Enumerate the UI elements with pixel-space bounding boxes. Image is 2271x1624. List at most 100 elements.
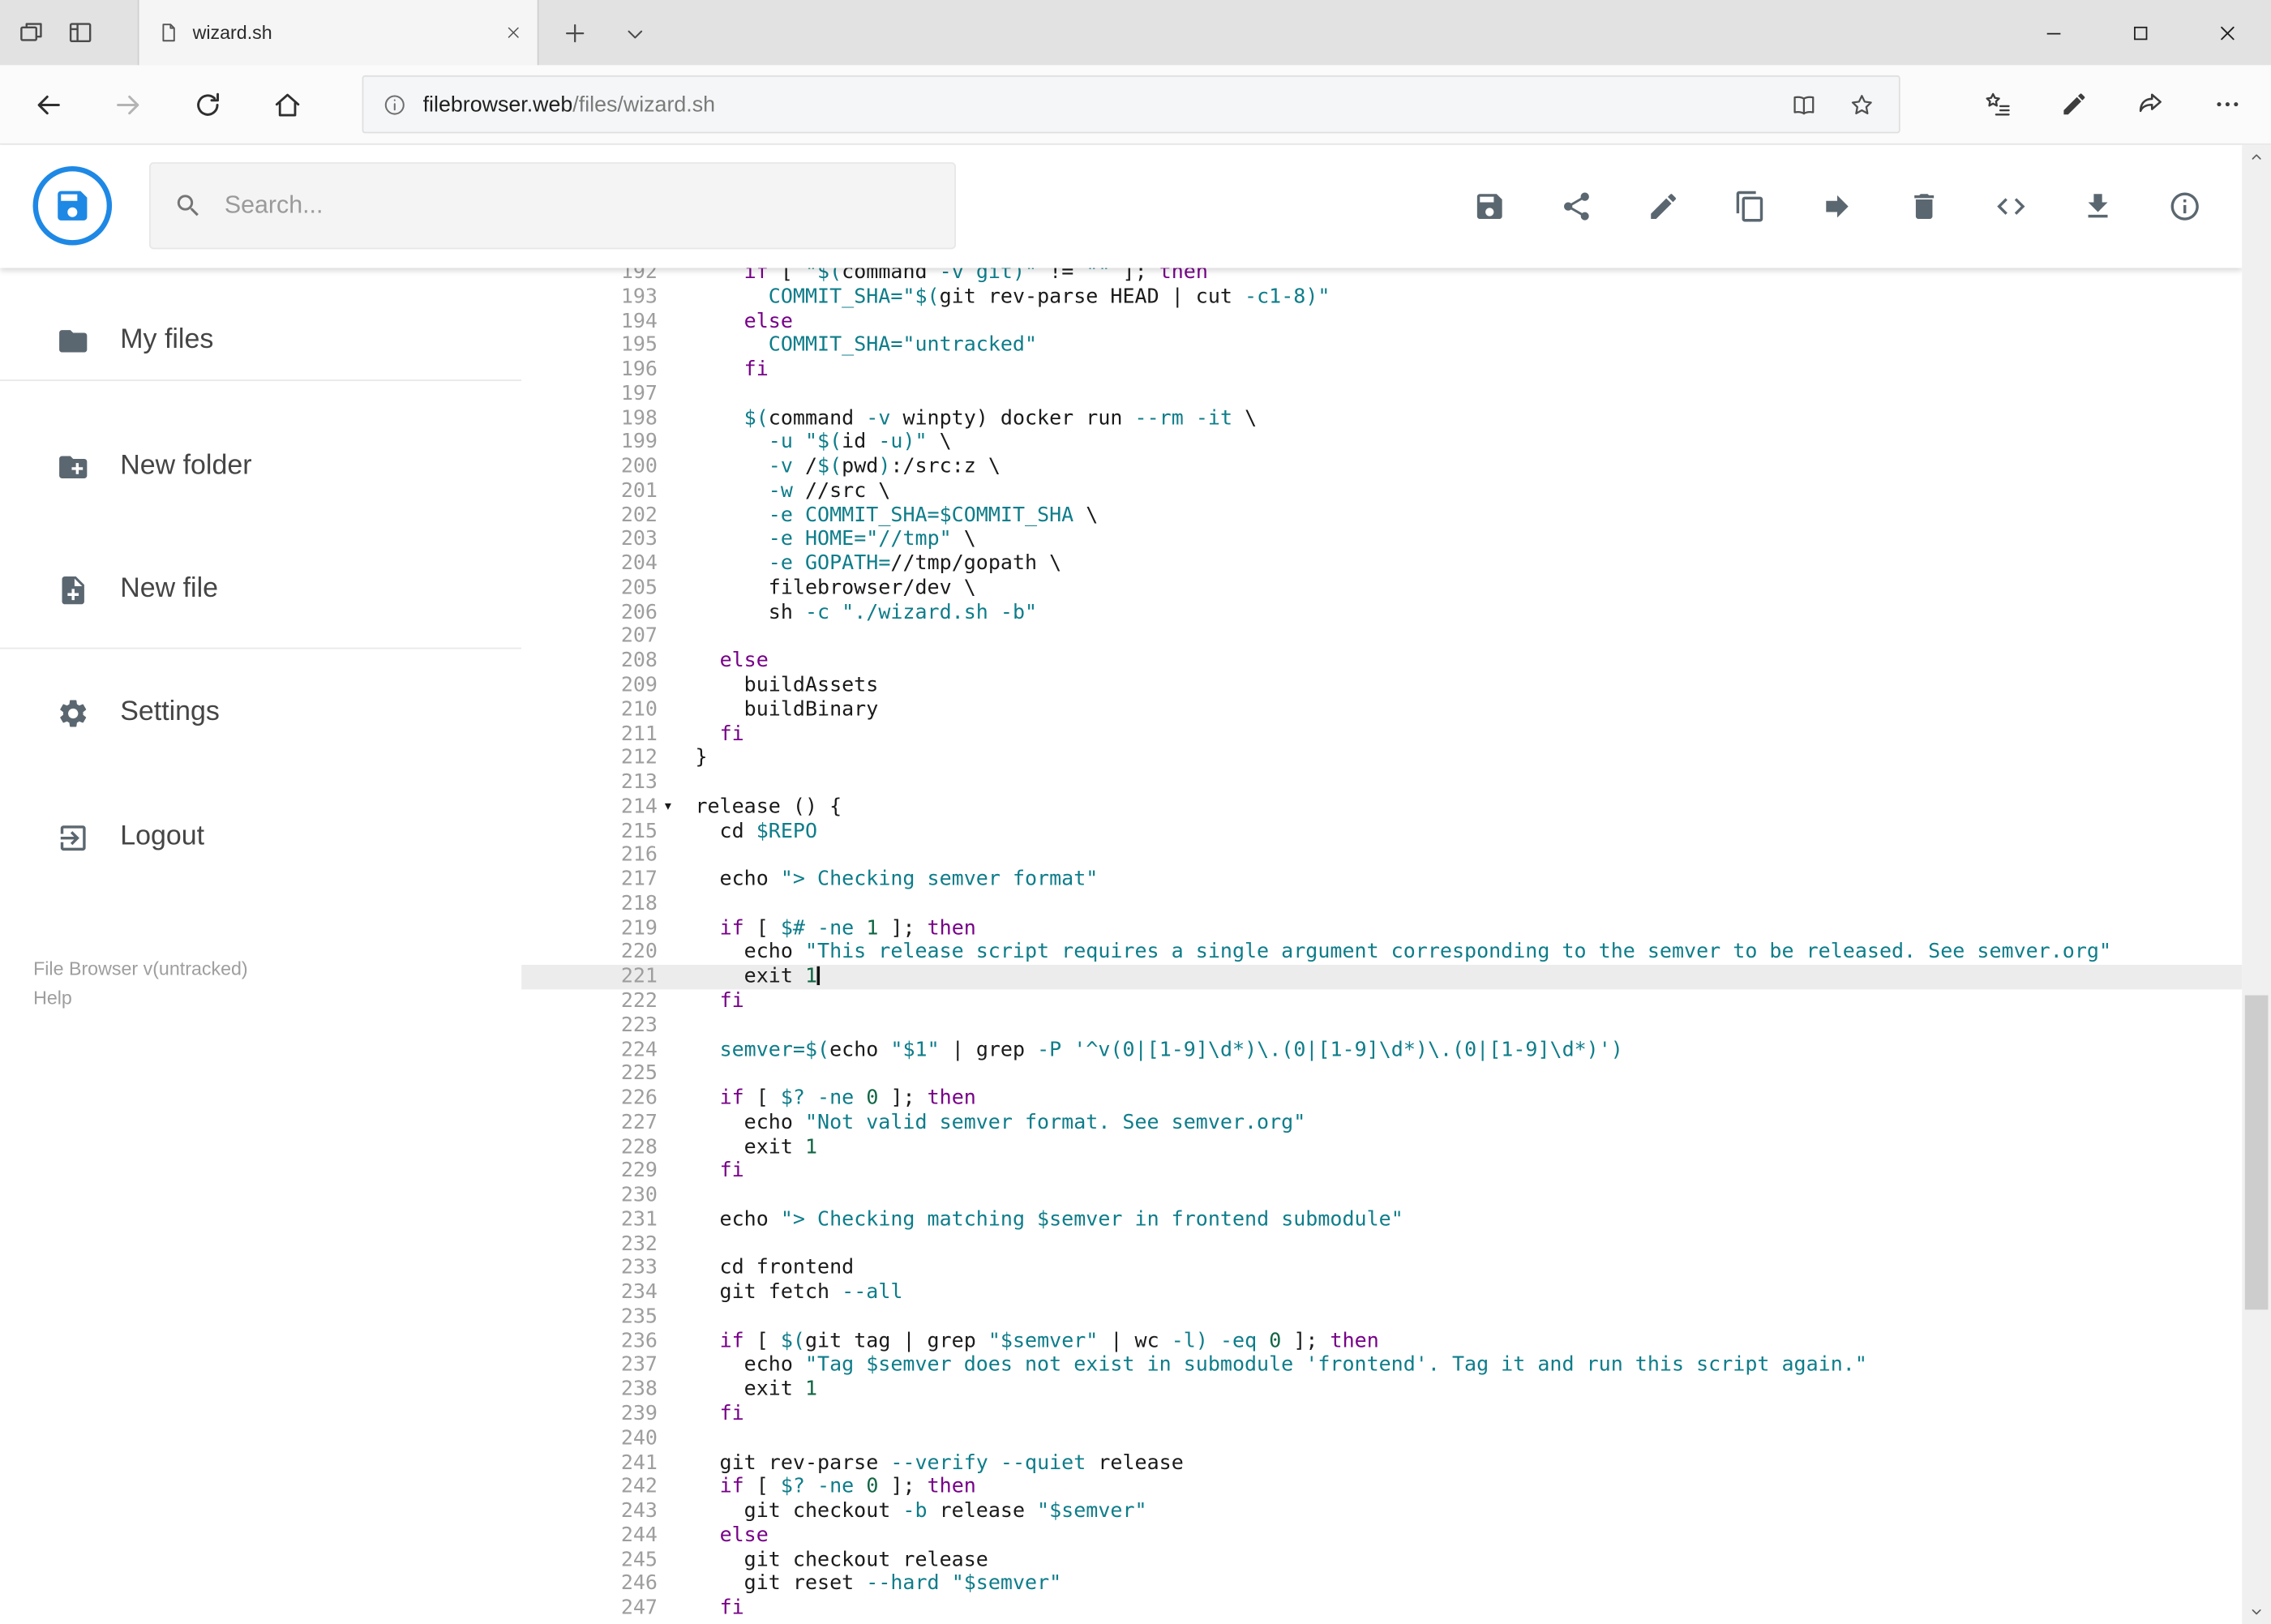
code-line-206[interactable]: 206 sh -c "./wizard.sh -b" (521, 601, 2242, 625)
move-button[interactable] (1820, 190, 1853, 223)
code-line-222[interactable]: 222 fi (521, 989, 2242, 1013)
code-button[interactable] (1995, 190, 2028, 223)
code-line-225[interactable]: 225 (521, 1062, 2242, 1086)
code-line-245[interactable]: 245 git checkout release (521, 1548, 2242, 1572)
code-line-204[interactable]: 204 -e GOPATH=//tmp/gopath \ (521, 552, 2242, 576)
code-line-202[interactable]: 202 -e COMMIT_SHA=$COMMIT_SHA \ (521, 503, 2242, 528)
help-link[interactable]: Help (33, 987, 72, 1009)
code-line-195[interactable]: 195 COMMIT_SHA="untracked" (521, 333, 2242, 358)
favorite-star-button[interactable] (1832, 79, 1890, 129)
maximize-button[interactable] (2097, 0, 2184, 65)
web-note-button[interactable] (2035, 65, 2112, 143)
code-line-198[interactable]: 198 $(command -v winpty) docker run --rm… (521, 406, 2242, 431)
tab-preview-icon[interactable] (17, 19, 45, 46)
code-line-233[interactable]: 233 cd frontend (521, 1257, 2242, 1281)
code-line-243[interactable]: 243 git checkout -b release "$semver" (521, 1499, 2242, 1523)
set-aside-icon[interactable] (66, 19, 94, 46)
code-line-227[interactable]: 227 echo "Not valid semver format. See s… (521, 1111, 2242, 1135)
refresh-button[interactable] (168, 65, 247, 143)
address-bar[interactable]: filebrowser.web/files/wizard.sh (362, 75, 1900, 134)
search-input[interactable] (224, 191, 932, 221)
code-line-219[interactable]: 219 if [ $# -ne 1 ]; then (521, 916, 2242, 941)
forward-button[interactable] (88, 65, 168, 143)
reading-view-button[interactable] (1774, 79, 1832, 129)
code-line-242[interactable]: 242 if [ $? -ne 0 ]; then (521, 1475, 2242, 1499)
code-line-196[interactable]: 196 fi (521, 358, 2242, 382)
code-line-208[interactable]: 208 else (521, 649, 2242, 674)
sidebar-item-new-folder[interactable]: New folder (0, 431, 521, 503)
search-box[interactable] (148, 162, 956, 250)
code-line-234[interactable]: 234 git fetch --all (521, 1281, 2242, 1305)
sidebar-item-new-file[interactable]: New file (0, 554, 521, 626)
code-line-228[interactable]: 228 exit 1 (521, 1135, 2242, 1159)
browser-tab[interactable]: wizard.sh (137, 0, 539, 66)
code-line-214[interactable]: 214 ▾ release () { (521, 795, 2242, 820)
close-button[interactable] (2184, 0, 2271, 65)
code-line-236[interactable]: 236 if [ $(git tag | grep "$semver" | wc… (521, 1330, 2242, 1354)
code-line-194[interactable]: 194 else (521, 310, 2242, 334)
code-line-201[interactable]: 201 -w //src \ (521, 479, 2242, 503)
copy-button[interactable] (1733, 190, 1767, 223)
code-line-199[interactable]: 199 -u "$(id -u)" \ (521, 431, 2242, 455)
code-line-230[interactable]: 230 (521, 1184, 2242, 1208)
code-line-212[interactable]: 212} (521, 747, 2242, 771)
code-line-246[interactable]: 246 git reset --hard "$semver" (521, 1572, 2242, 1596)
download-button[interactable] (2081, 190, 2115, 223)
edit-button[interactable] (1647, 190, 1680, 223)
delete-button[interactable] (1908, 190, 1941, 223)
code-line-238[interactable]: 238 exit 1 (521, 1378, 2242, 1403)
code-line-247[interactable]: 247 fi (521, 1596, 2242, 1621)
ellipsis-button[interactable] (2188, 65, 2265, 143)
code-line-229[interactable]: 229 fi (521, 1159, 2242, 1184)
code-editor[interactable]: 192 if [ "$(command -v git)" != "" ]; th… (521, 268, 2243, 1624)
save-button[interactable] (1473, 190, 1506, 223)
site-info-icon[interactable] (383, 92, 407, 116)
back-button[interactable] (9, 65, 88, 143)
code-line-231[interactable]: 231 echo "> Checking matching $semver in… (521, 1208, 2242, 1232)
code-line-240[interactable]: 240 (521, 1427, 2242, 1451)
code-line-244[interactable]: 244 else (521, 1523, 2242, 1548)
info-button[interactable] (2168, 190, 2201, 223)
page-scrollbar[interactable] (2242, 144, 2271, 1624)
code-line-215[interactable]: 215 cd $REPO (521, 820, 2242, 844)
code-line-223[interactable]: 223 (521, 1013, 2242, 1038)
hub-button[interactable] (1958, 65, 2035, 143)
code-line-235[interactable]: 235 (521, 1305, 2242, 1330)
code-line-220[interactable]: 220 echo "This release script requires a… (521, 941, 2242, 965)
scroll-down-button[interactable] (2242, 1600, 2271, 1624)
tab-close-icon[interactable] (505, 24, 521, 41)
new-tab-button[interactable] (562, 20, 588, 46)
code-line-237[interactable]: 237 echo "Tag $semver does not exist in … (521, 1354, 2242, 1378)
sidebar-item-my-files[interactable]: My files (0, 304, 521, 376)
code-line-224[interactable]: 224 semver=$(echo "$1" | grep -P '^v(0|[… (521, 1038, 2242, 1062)
code-line-213[interactable]: 213 (521, 771, 2242, 795)
code-line-192[interactable]: 192 if [ "$(command -v git)" != "" ]; th… (521, 268, 2242, 285)
code-line-217[interactable]: 217 echo "> Checking semver format" (521, 868, 2242, 893)
filebrowser-logo-icon[interactable] (32, 165, 113, 246)
code-line-197[interactable]: 197 (521, 382, 2242, 406)
code-line-232[interactable]: 232 (521, 1232, 2242, 1257)
scroll-thumb[interactable] (2244, 995, 2269, 1310)
code-line-200[interactable]: 200 -v /$(pwd):/src:z \ (521, 455, 2242, 479)
code-line-226[interactable]: 226 if [ $? -ne 0 ]; then (521, 1086, 2242, 1111)
code-line-203[interactable]: 203 -e HOME="//tmp" \ (521, 528, 2242, 552)
code-line-205[interactable]: 205 filebrowser/dev \ (521, 576, 2242, 601)
home-button[interactable] (247, 65, 327, 143)
scroll-up-button[interactable] (2242, 145, 2271, 169)
code-line-211[interactable]: 211 fi (521, 722, 2242, 747)
code-line-218[interactable]: 218 (521, 893, 2242, 917)
sidebar-item-logout[interactable]: Logout (0, 801, 521, 873)
code-line-221[interactable]: 221 exit 1 (521, 965, 2243, 990)
code-line-193[interactable]: 193 COMMIT_SHA="$(git rev-parse HEAD | c… (521, 285, 2242, 310)
tab-list-button[interactable] (624, 24, 646, 45)
code-line-216[interactable]: 216 (521, 844, 2242, 868)
code-line-207[interactable]: 207 (521, 625, 2242, 649)
fold-marker-icon[interactable]: ▾ (665, 795, 671, 820)
share-button[interactable] (1560, 190, 1593, 223)
minimize-button[interactable] (2010, 0, 2097, 65)
share-arrow-button[interactable] (2111, 65, 2188, 143)
code-line-241[interactable]: 241 git rev-parse --verify --quiet relea… (521, 1451, 2242, 1476)
sidebar-item-settings[interactable]: Settings (0, 676, 521, 748)
code-line-239[interactable]: 239 fi (521, 1403, 2242, 1427)
code-line-210[interactable]: 210 buildBinary (521, 698, 2242, 722)
